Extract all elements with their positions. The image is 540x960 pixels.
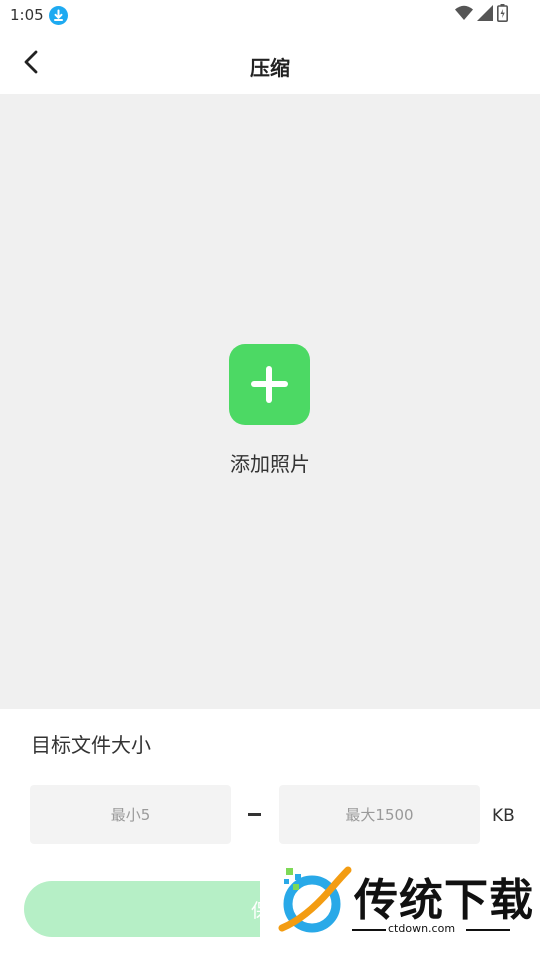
target-size-title: 目标文件大小 [31, 733, 151, 757]
min-size-input[interactable] [30, 785, 231, 844]
photo-area: 添加照片 [0, 94, 540, 709]
download-arrow-icon [49, 6, 68, 25]
watermark-brand: 传统下载 [354, 875, 534, 926]
watermark-url: ctdown.com [388, 922, 456, 935]
add-photo-label: 添加照片 [230, 452, 310, 476]
status-time: 1:05 [10, 6, 44, 24]
wifi-icon [455, 5, 473, 25]
range-separator [248, 813, 261, 816]
watermark-rule-left [352, 929, 386, 931]
size-unit-label: KB [492, 806, 515, 826]
app-header: 压缩 [0, 32, 540, 94]
page-title: 压缩 [250, 56, 290, 80]
cellular-signal-icon [477, 5, 493, 25]
status-icons [455, 4, 508, 26]
brand-logo-icon [272, 862, 352, 946]
battery-charging-icon [497, 4, 508, 26]
watermark: 传统下载 ctdown.com [260, 850, 540, 960]
watermark-rule-right [466, 929, 510, 931]
add-photo-button[interactable] [229, 344, 310, 425]
status-bar: 1:05 [0, 0, 540, 32]
max-size-input[interactable] [279, 785, 480, 844]
